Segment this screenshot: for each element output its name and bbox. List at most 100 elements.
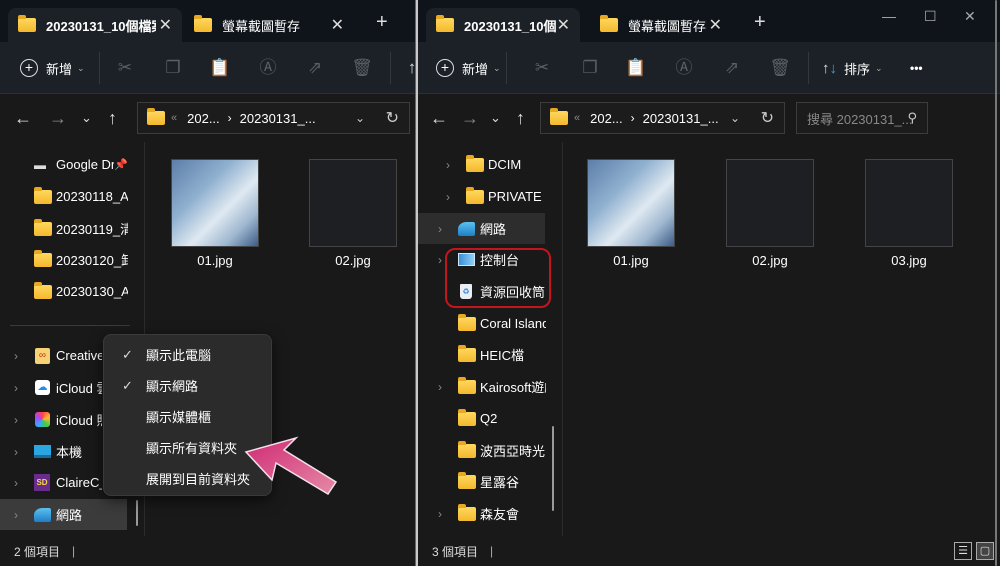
chevron-down-icon: ⌄	[493, 62, 501, 73]
sidebar-item-google-drive[interactable]: ▬ Google Dr 📌	[0, 149, 144, 180]
rename-icon[interactable]: Ⓐ	[256, 56, 280, 80]
delete-icon[interactable]: 🗑	[768, 56, 792, 80]
breadcrumb-segment[interactable]: 20230131_...	[643, 111, 719, 126]
overflow-chevron-icon[interactable]: «	[574, 112, 580, 124]
overflow-chevron-icon[interactable]: «	[171, 112, 177, 124]
new-button[interactable]: + 新增 ⌄	[436, 56, 501, 80]
share-icon[interactable]: ⇗	[303, 56, 327, 80]
sidebar-item-folder[interactable]: HEIC檔	[418, 339, 562, 370]
menu-item-show-libraries[interactable]: 顯示媒體櫃	[104, 401, 271, 432]
file-item[interactable]: 01.jpg	[576, 159, 686, 268]
sidebar-item-dcim[interactable]: › DCIM	[418, 149, 562, 180]
rename-icon[interactable]: Ⓐ	[672, 56, 696, 80]
chevron-right-icon[interactable]: ›	[446, 158, 450, 172]
paste-icon[interactable]: 📋	[208, 56, 232, 80]
sidebar-item-folder[interactable]: 20230118_Ai	[0, 181, 144, 212]
recent-chevron-icon[interactable]: ⌄	[81, 108, 92, 128]
chevron-right-icon[interactable]: ›	[14, 445, 18, 459]
back-arrow-icon[interactable]: ←	[14, 108, 32, 128]
search-icon[interactable]: ⚲	[907, 110, 917, 126]
refresh-icon[interactable]: ↻	[386, 108, 399, 128]
file-name: 03.jpg	[891, 253, 927, 268]
address-dropdown-icon[interactable]: ⌄	[730, 111, 740, 125]
sidebar-item-folder[interactable]: › 森友會	[418, 498, 562, 529]
paste-icon[interactable]: 📋	[624, 56, 648, 80]
file-item[interactable]: 02.jpg	[298, 159, 408, 268]
up-arrow-icon[interactable]: ↑	[516, 108, 525, 128]
address-bar[interactable]: « 202... › 20230131_... ⌄ ↻	[137, 102, 410, 134]
up-arrow-icon[interactable]: ↑	[108, 108, 117, 128]
breadcrumb-segment[interactable]: 202...	[187, 111, 220, 126]
sidebar-item-folder[interactable]: Coral Island	[418, 308, 562, 339]
recent-chevron-icon[interactable]: ⌄	[490, 108, 501, 128]
file-item[interactable]: 03.jpg	[854, 159, 964, 268]
forward-arrow-icon[interactable]: →	[461, 108, 479, 128]
close-tab-icon[interactable]: ✕	[159, 15, 172, 35]
new-button[interactable]: + 新增 ⌄	[20, 56, 85, 80]
menu-item-show-this-pc[interactable]: ✓ 顯示此電腦	[104, 339, 271, 370]
sidebar-item-folder[interactable]: Q2	[418, 403, 562, 434]
sidebar-scrollbar[interactable]	[136, 500, 138, 526]
chevron-right-icon[interactable]: ›	[446, 190, 450, 204]
tab-screenshots[interactable]: 螢幕截圖暫存 ✕	[582, 8, 732, 42]
new-tab-button[interactable]: +	[754, 12, 766, 32]
share-icon[interactable]: ⇗	[720, 56, 744, 80]
forward-arrow-icon[interactable]: →	[49, 108, 67, 128]
large-icons-view-icon[interactable]: ▢	[976, 542, 994, 560]
maximize-icon[interactable]: ☐	[924, 8, 937, 25]
folder-icon	[600, 15, 618, 32]
new-tab-button[interactable]: +	[376, 12, 388, 32]
sidebar-scrollbar[interactable]	[552, 426, 554, 511]
chevron-right-icon[interactable]: ›	[14, 381, 18, 395]
chevron-right-icon[interactable]: ›	[14, 413, 18, 427]
more-options-button[interactable]: •••	[910, 56, 923, 80]
refresh-icon[interactable]: ↻	[761, 108, 774, 128]
close-tab-icon[interactable]: ✕	[331, 15, 344, 35]
close-tab-icon[interactable]: ✕	[557, 15, 570, 35]
tab-screenshots[interactable]: 螢幕截圖暫存 ✕	[184, 8, 354, 42]
tab-20230131[interactable]: 20230131_10個檔案 ✕	[426, 8, 580, 42]
sort-icon[interactable]: ↑	[400, 56, 415, 80]
sidebar-item-network[interactable]: › 網路	[418, 213, 545, 244]
copy-icon[interactable]: ❐	[578, 56, 602, 80]
cut-icon[interactable]: ✂	[530, 56, 554, 80]
sidebar-item-folder[interactable]: 20230130_Ar	[0, 276, 144, 307]
address-dropdown-icon[interactable]: ⌄	[355, 111, 365, 125]
breadcrumb-segment[interactable]: 202...	[590, 111, 623, 126]
close-window-icon[interactable]: ✕	[964, 8, 976, 25]
minimize-icon[interactable]: —	[882, 8, 896, 24]
menu-item-show-network[interactable]: ✓ 顯示網路	[104, 370, 271, 401]
window-scrollbar[interactable]	[995, 0, 997, 566]
sort-button[interactable]: ↑↓ 排序 ⌄	[822, 56, 883, 80]
breadcrumb-segment[interactable]: 20230131_...	[240, 111, 316, 126]
folder-icon	[34, 186, 52, 204]
details-view-icon[interactable]: ☰	[954, 542, 972, 560]
item-count: 2 個項目	[14, 544, 61, 559]
sidebar-item-folder[interactable]: 20230119_清	[0, 213, 144, 244]
cut-icon[interactable]: ✂	[113, 56, 137, 80]
chevron-right-icon[interactable]: ›	[14, 349, 18, 363]
chevron-right-icon[interactable]: ›	[438, 253, 442, 267]
copy-icon[interactable]: ❐	[161, 56, 185, 80]
file-item[interactable]: 02.jpg	[715, 159, 825, 268]
sidebar-item-folder[interactable]: 20230120_卸	[0, 244, 144, 275]
address-bar[interactable]: « 202... › 20230131_... ⌄ ↻	[540, 102, 785, 134]
tab-label: 螢幕截圖暫存	[222, 18, 301, 34]
delete-icon[interactable]: 🗑	[350, 56, 374, 80]
chevron-right-icon[interactable]: ›	[14, 476, 18, 490]
sidebar-item-network[interactable]: › 網路	[0, 499, 127, 530]
file-item[interactable]: 01.jpg	[160, 159, 270, 268]
sidebar-item-folder[interactable]: 星露谷	[418, 466, 562, 497]
chevron-right-icon[interactable]: ›	[438, 222, 442, 236]
search-input[interactable]: 搜尋 20230131_... ⚲	[796, 102, 928, 134]
close-tab-icon[interactable]: ✕	[709, 15, 722, 35]
back-arrow-icon[interactable]: ←	[430, 108, 448, 128]
chevron-right-icon[interactable]: ›	[438, 507, 442, 521]
sidebar-item-private[interactable]: › PRIVATE	[418, 181, 562, 212]
sidebar-item-folder[interactable]: 波西亞時光	[418, 435, 562, 466]
chevron-right-icon[interactable]: ›	[438, 380, 442, 394]
sidebar-item-folder[interactable]: › Kairosoft遊戲	[418, 371, 562, 402]
folder-icon	[34, 281, 52, 299]
chevron-right-icon[interactable]: ›	[14, 508, 18, 522]
tab-20230131[interactable]: 20230131_10個檔案 ✕	[8, 8, 182, 42]
